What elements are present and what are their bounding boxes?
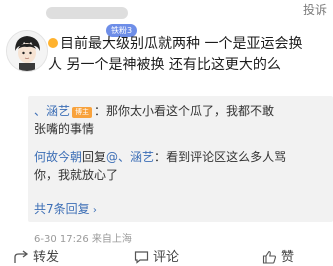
- share-icon: [14, 250, 29, 263]
- comment-body: 目前最大级别瓜就两种 一个是亚运会换 人 另一个是神被换 还有比这更大的么: [48, 34, 330, 76]
- like-button[interactable]: 赞: [262, 246, 294, 266]
- reply-target[interactable]: @、涵艺: [106, 150, 154, 164]
- reply-thread: 、涵艺 博主 ：那你太小看这个瓜了，我都不敢 张嘴的事情 何故今朝回复@、涵艺：看到…: [28, 96, 333, 222]
- action-bar: 转发 评论 赞: [0, 246, 333, 266]
- owner-badge: 博主: [72, 107, 93, 118]
- reply-author[interactable]: 、涵艺: [34, 104, 70, 118]
- comment-line-2: 人 另一个是神被换 还有比这更大的么: [48, 57, 281, 73]
- reply-item[interactable]: 、涵艺 博主 ：那你太小看这个瓜了，我都不敢: [34, 102, 274, 120]
- thumbs-up-icon: [262, 250, 276, 264]
- chevron-right-icon: ›: [89, 205, 97, 216]
- avatar-illustration-icon: [7, 31, 47, 71]
- more-replies-link[interactable]: 共7条回复 ›: [34, 200, 97, 217]
- reply-verb: 回复: [82, 150, 107, 164]
- comment-button[interactable]: 评论: [134, 246, 179, 266]
- reply-text-cont: 你，我就放心了: [34, 168, 119, 182]
- report-link[interactable]: 投诉: [303, 1, 327, 18]
- comment-icon: [134, 251, 149, 264]
- avatar[interactable]: [6, 30, 48, 72]
- nickname-blurred: [46, 7, 128, 19]
- reply-text-cont: 张嘴的事情: [34, 122, 95, 136]
- reply-text: 那你太小看这个瓜了，我都不敢: [106, 104, 275, 118]
- share-button[interactable]: 转发: [14, 246, 59, 266]
- comment-meta: 6-30 17:26 来自上海: [34, 234, 132, 245]
- comment-line-1: 目前最大级别瓜就两种 一个是亚运会换: [60, 36, 303, 52]
- reply-author[interactable]: 何故今朝: [34, 150, 82, 164]
- reply-item[interactable]: 何故今朝回复@、涵艺：看到评论区这么多人骂: [34, 148, 286, 166]
- reply-text: 看到评论区这么多人骂: [166, 150, 287, 164]
